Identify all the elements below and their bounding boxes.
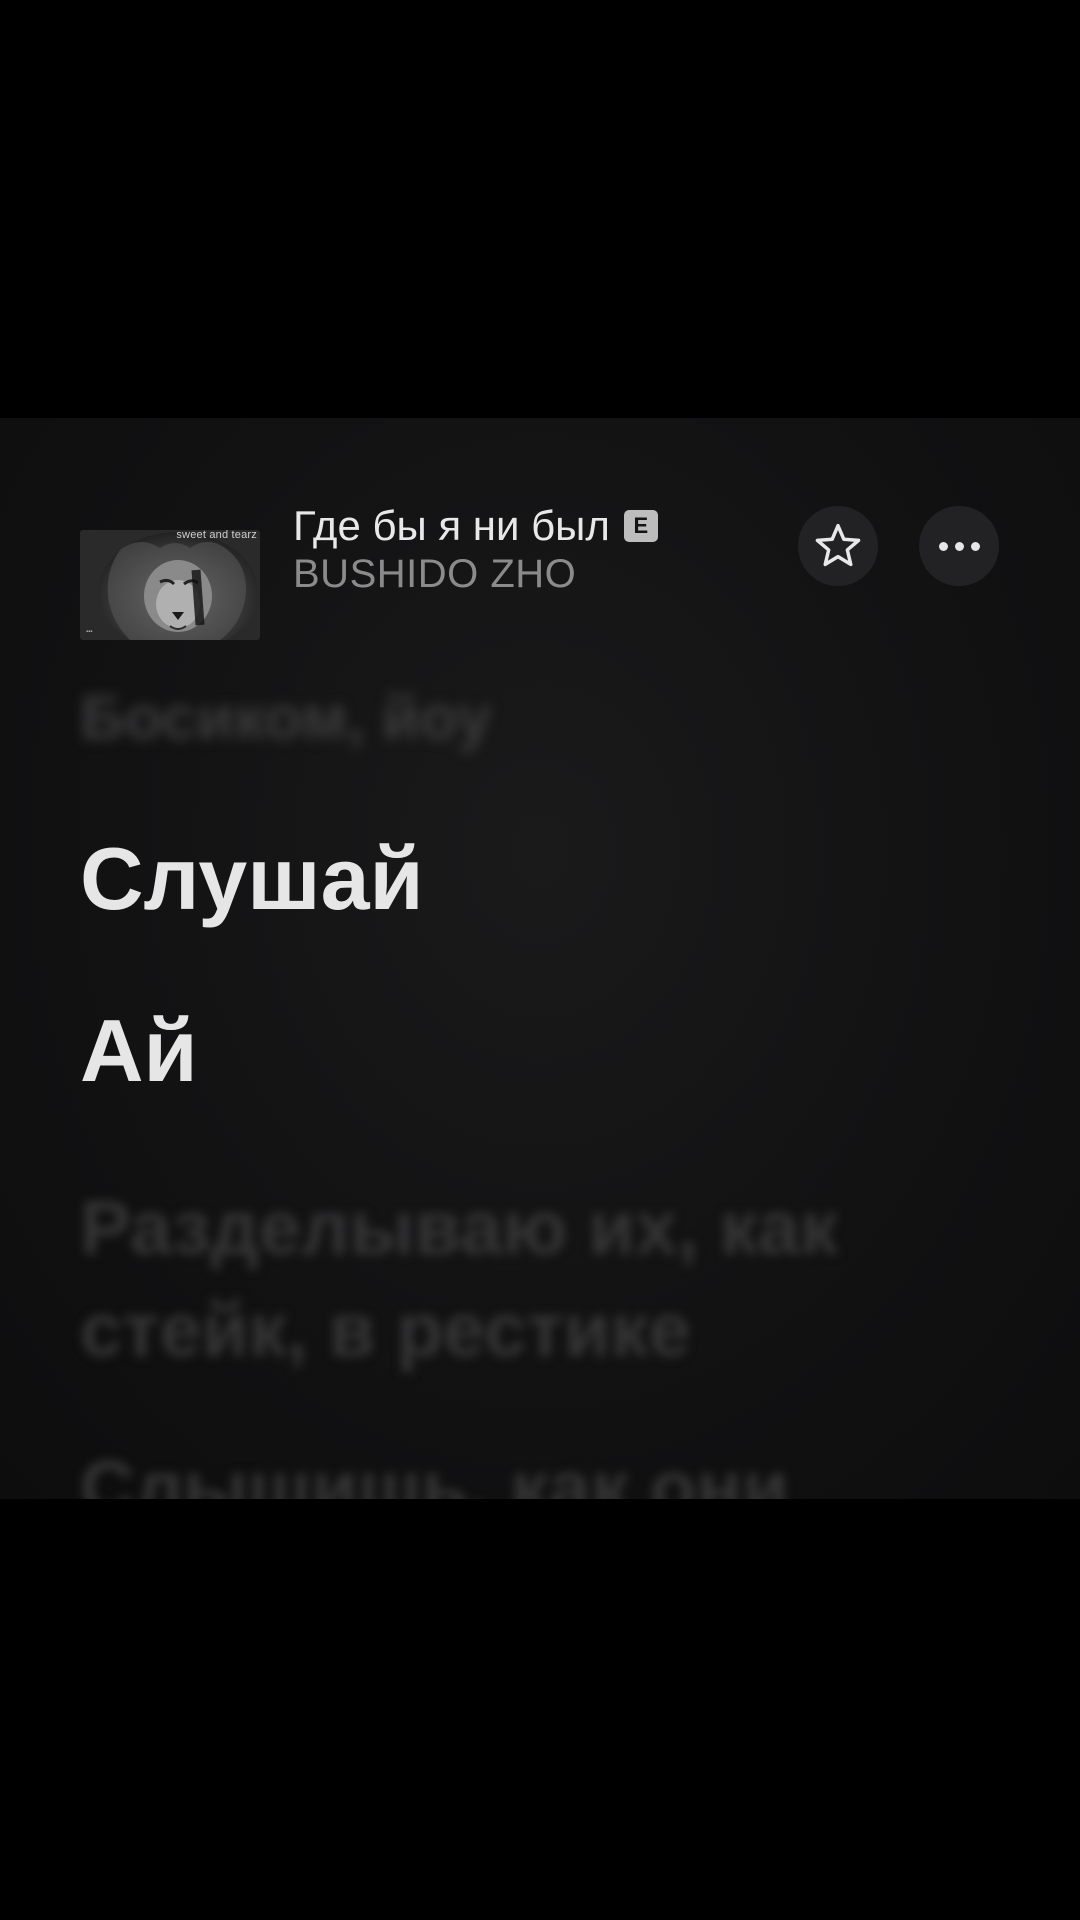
explicit-badge: E	[623, 510, 658, 542]
more-options-button[interactable]	[919, 506, 999, 586]
artist-name[interactable]: BUSHIDO ZHO	[293, 552, 576, 597]
track-title[interactable]: Где бы я ни был	[293, 502, 610, 550]
lyric-line-active[interactable]: Слушай	[80, 835, 424, 923]
favorite-button[interactable]	[798, 506, 878, 586]
ellipsis-icon	[938, 541, 980, 551]
lyric-line-previous[interactable]: Босиком, йоу	[80, 683, 491, 754]
lyric-line-upcoming[interactable]: стейк, в рестике	[80, 1280, 691, 1383]
lyrics-panel: sweet and tearz ▪▪▪ Где бы я ни был E BU…	[0, 418, 1080, 1499]
star-icon	[815, 523, 861, 567]
lyric-line-active[interactable]: Ай	[80, 1007, 198, 1095]
artwork-small-text: ▪▪▪	[86, 629, 93, 635]
lyric-line-upcoming[interactable]: Разделываю их, как	[80, 1178, 838, 1281]
lion-artwork-image	[80, 530, 260, 640]
title-row: Где бы я ни был E	[293, 501, 658, 551]
lyric-line-upcoming[interactable]: Слышишь, как они	[80, 1438, 789, 1499]
album-artwork[interactable]: sweet and tearz ▪▪▪	[80, 530, 260, 640]
artwork-caption: sweet and tearz	[176, 530, 257, 541]
